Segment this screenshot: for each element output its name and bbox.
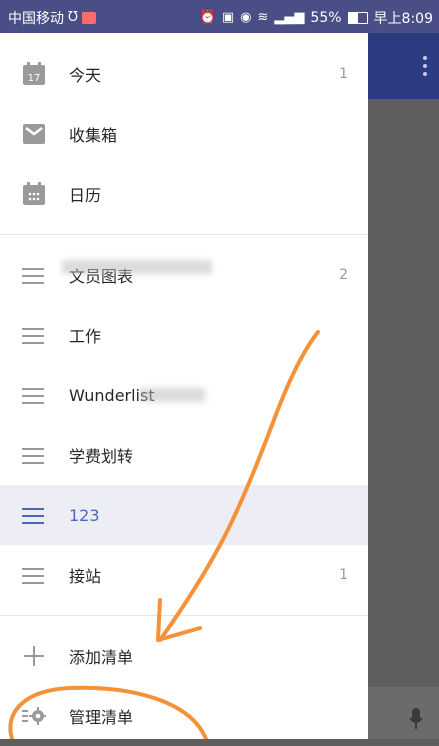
manage-settings-icon [22, 707, 46, 725]
add-list-label: 添加清单 [69, 648, 134, 667]
drawer-item-count: 1 [339, 567, 348, 583]
eye-icon: ◉ [240, 10, 252, 25]
wifi-icon: ≋ [257, 10, 269, 25]
add-list-button[interactable]: 添加清单 [0, 626, 368, 686]
alarm-icon: ⏰ [199, 10, 216, 25]
carrier-label: 中国移动 [8, 11, 64, 27]
calendar-today-icon: 17 [23, 62, 45, 85]
signal-icon: ▂▄▆ [274, 10, 305, 25]
hd-icon: ▣ [221, 10, 235, 25]
drawer-item-inbox[interactable]: 收集箱 [0, 104, 368, 164]
battery-icon [347, 12, 368, 24]
list-icon [22, 263, 46, 287]
list-icon [22, 383, 46, 407]
input-bar [368, 687, 439, 739]
divider [0, 615, 368, 616]
list-icon [22, 443, 46, 467]
shield-icon: Ʊ [68, 10, 78, 25]
drawer-item-label: 学费划转 [69, 447, 134, 466]
drawer-item-label: 工作 [69, 327, 102, 346]
divider [0, 234, 368, 235]
drawer-list-item[interactable]: 文员图表 2 [0, 245, 368, 305]
list-icon [22, 563, 46, 587]
list-icon [22, 323, 46, 347]
redaction-blur [140, 388, 205, 402]
status-time: 早上8:09 [373, 11, 433, 27]
drawer-item-calendar[interactable]: 日历 [0, 164, 368, 224]
drawer-item-today[interactable]: 17 今天 1 [0, 44, 368, 104]
drawer-item-label: 日历 [69, 186, 102, 205]
notification-icon [81, 12, 96, 24]
battery-percent: 55% [310, 10, 342, 26]
drawer-item-count: 2 [339, 267, 348, 283]
drawer-item-label: 今天 [69, 66, 102, 85]
microphone-icon[interactable] [409, 708, 423, 730]
manage-lists-label: 管理清单 [69, 708, 134, 727]
redaction-blur [62, 260, 212, 274]
drawer-item-label: 123 [69, 505, 100, 525]
navigation-drawer: 17 今天 1 收集箱 日历 文员图表 2 工作 Wunderlist 学费划转… [0, 33, 368, 739]
plus-icon [24, 646, 44, 666]
drawer-item-count: 1 [339, 66, 348, 82]
inbox-icon [23, 124, 45, 144]
app-toolbar [368, 33, 439, 99]
overflow-menu-icon[interactable] [423, 56, 427, 76]
calendar-day-number: 17 [28, 73, 41, 84]
drawer-list-item[interactable]: 学费划转 [0, 425, 368, 485]
calendar-icon [23, 182, 45, 205]
list-icon [22, 503, 46, 527]
drawer-list-item[interactable]: 工作 [0, 305, 368, 365]
drawer-item-label: 接站 [69, 567, 102, 586]
drawer-list-item[interactable]: 接站 1 [0, 545, 368, 605]
status-bar: 中国移动 Ʊ ⏰ ▣ ◉ ≋ ▂▄▆ 55% 早上8:09 [0, 0, 439, 33]
drawer-item-label: 收集箱 [69, 126, 118, 145]
drawer-list-item-selected[interactable]: 123 [0, 485, 368, 545]
manage-lists-button[interactable]: 管理清单 [0, 686, 368, 746]
